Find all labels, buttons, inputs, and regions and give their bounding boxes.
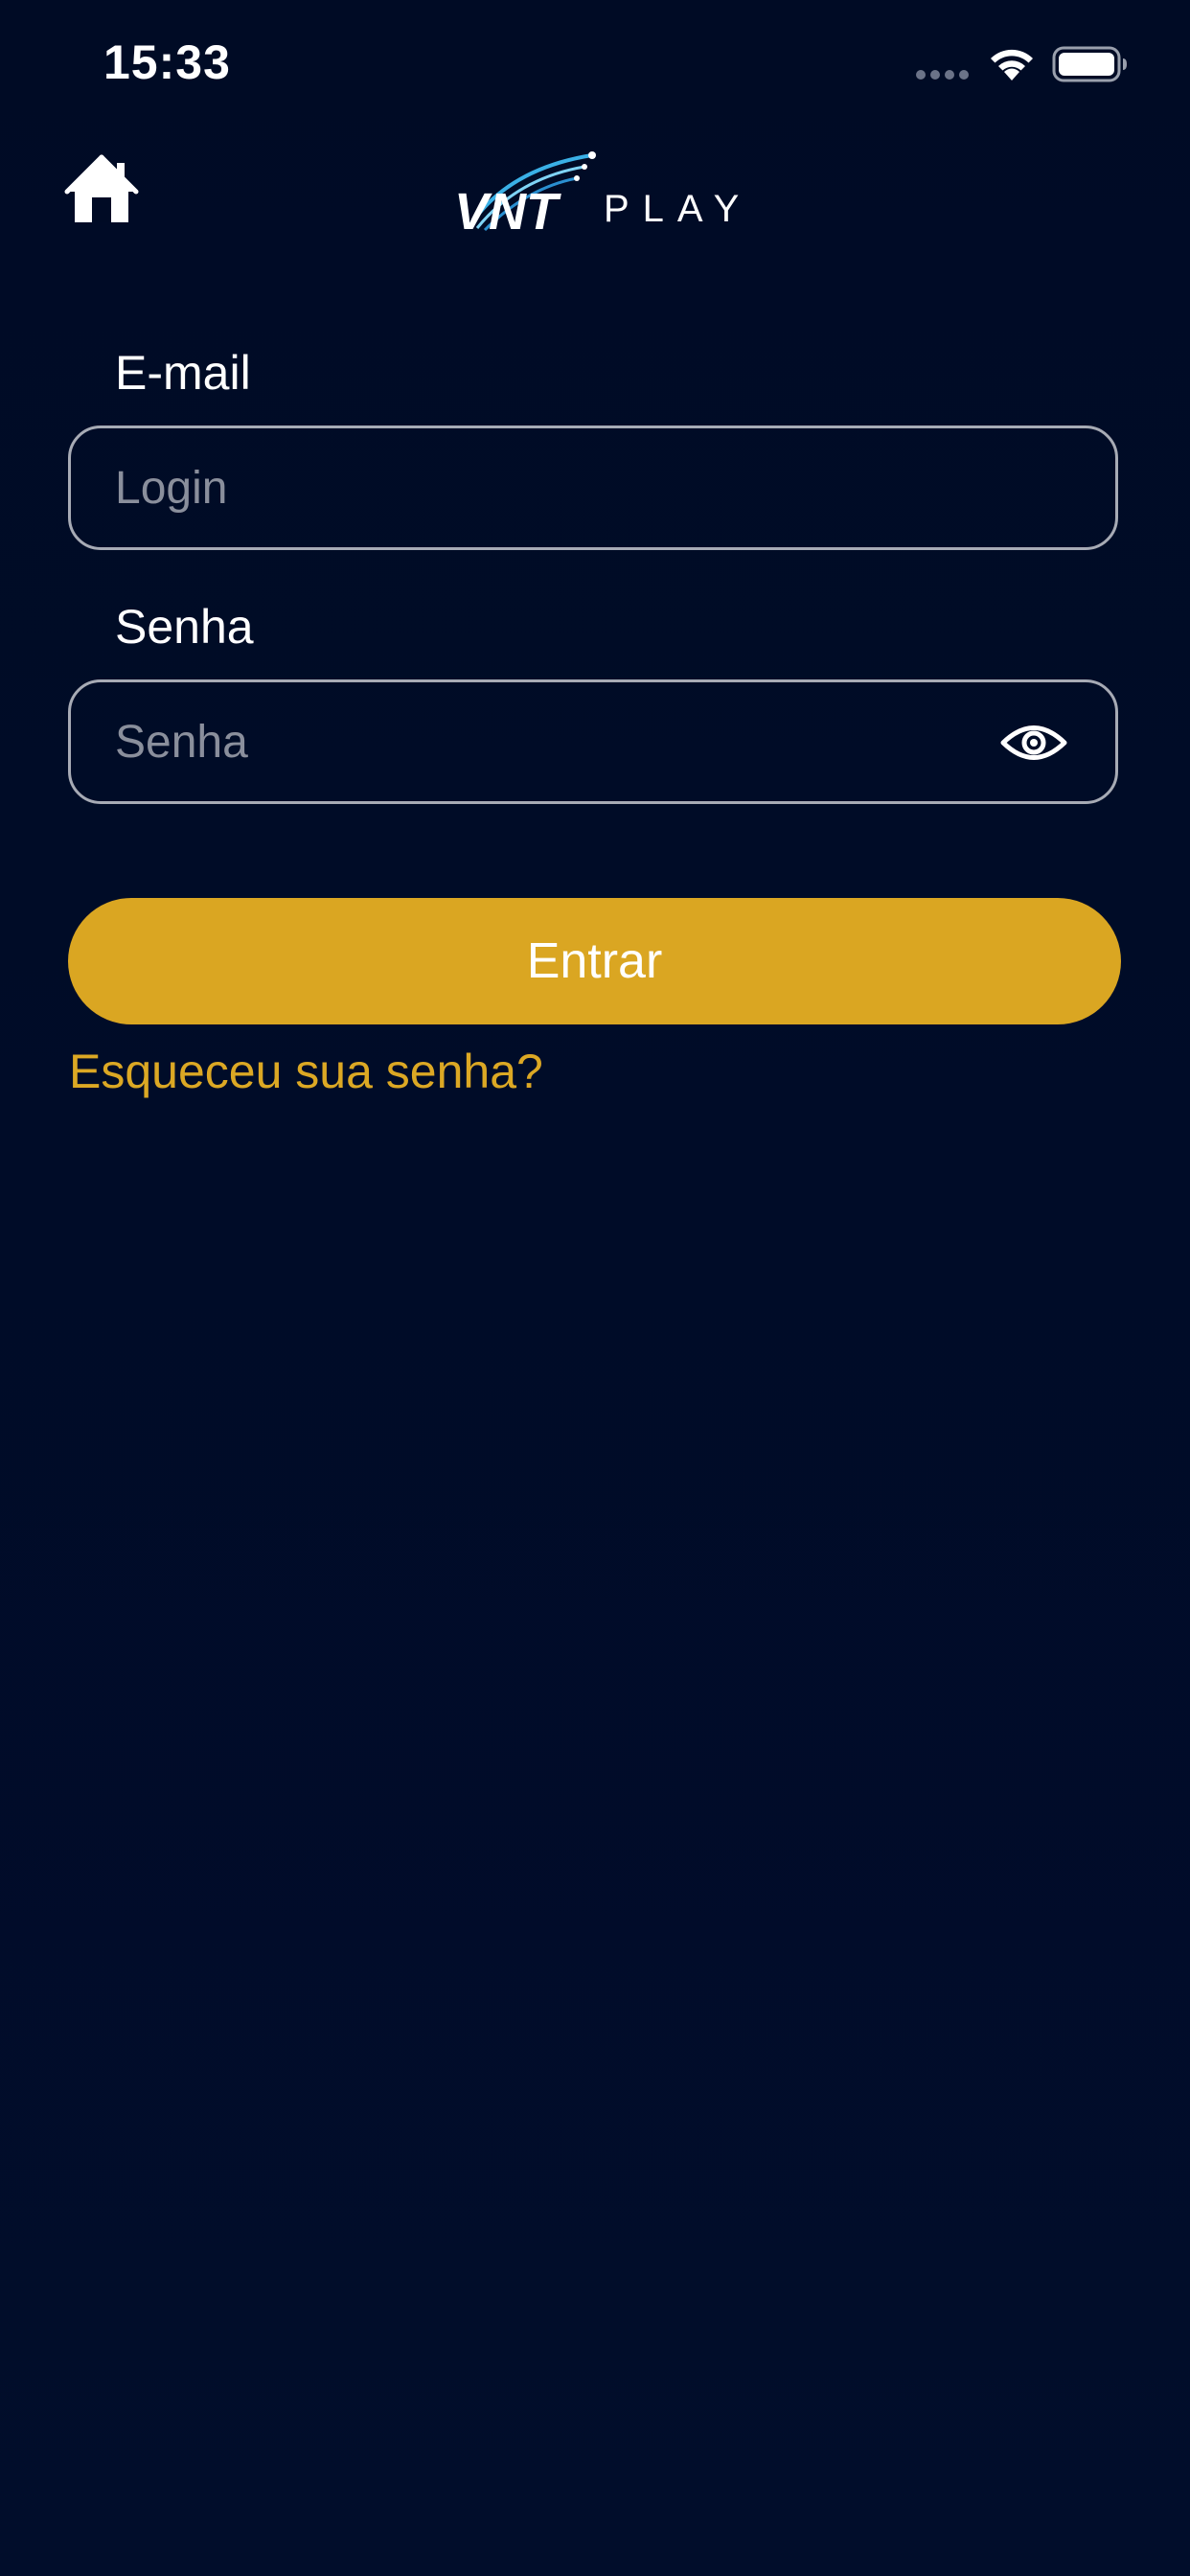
password-field-container: [68, 679, 1118, 804]
status-time: 15:33: [103, 35, 231, 89]
logo-suffix: PLAY: [604, 188, 753, 230]
email-input[interactable]: [115, 428, 977, 547]
password-input[interactable]: [115, 682, 977, 801]
status-bar: 15:33: [0, 0, 1190, 134]
home-icon[interactable]: [63, 153, 140, 226]
wifi-icon: [991, 49, 1033, 80]
login-button[interactable]: Entrar: [68, 898, 1121, 1024]
email-field-container: [68, 426, 1118, 550]
logo-text: VNT: [454, 183, 561, 236]
brand-logo: VNT PLAY: [450, 150, 740, 236]
password-label: Senha: [115, 600, 254, 654]
login-screen: 15:33 VNT PLAY E-mail Login Senha Entrar…: [0, 0, 1190, 2576]
battery-icon: [1052, 46, 1127, 82]
eye-icon[interactable]: [1000, 721, 1067, 765]
email-label: E-mail: [115, 346, 251, 400]
signal-dots-icon: [916, 70, 970, 81]
forgot-password-link[interactable]: Esqueceu sua senha?: [69, 1044, 543, 1099]
